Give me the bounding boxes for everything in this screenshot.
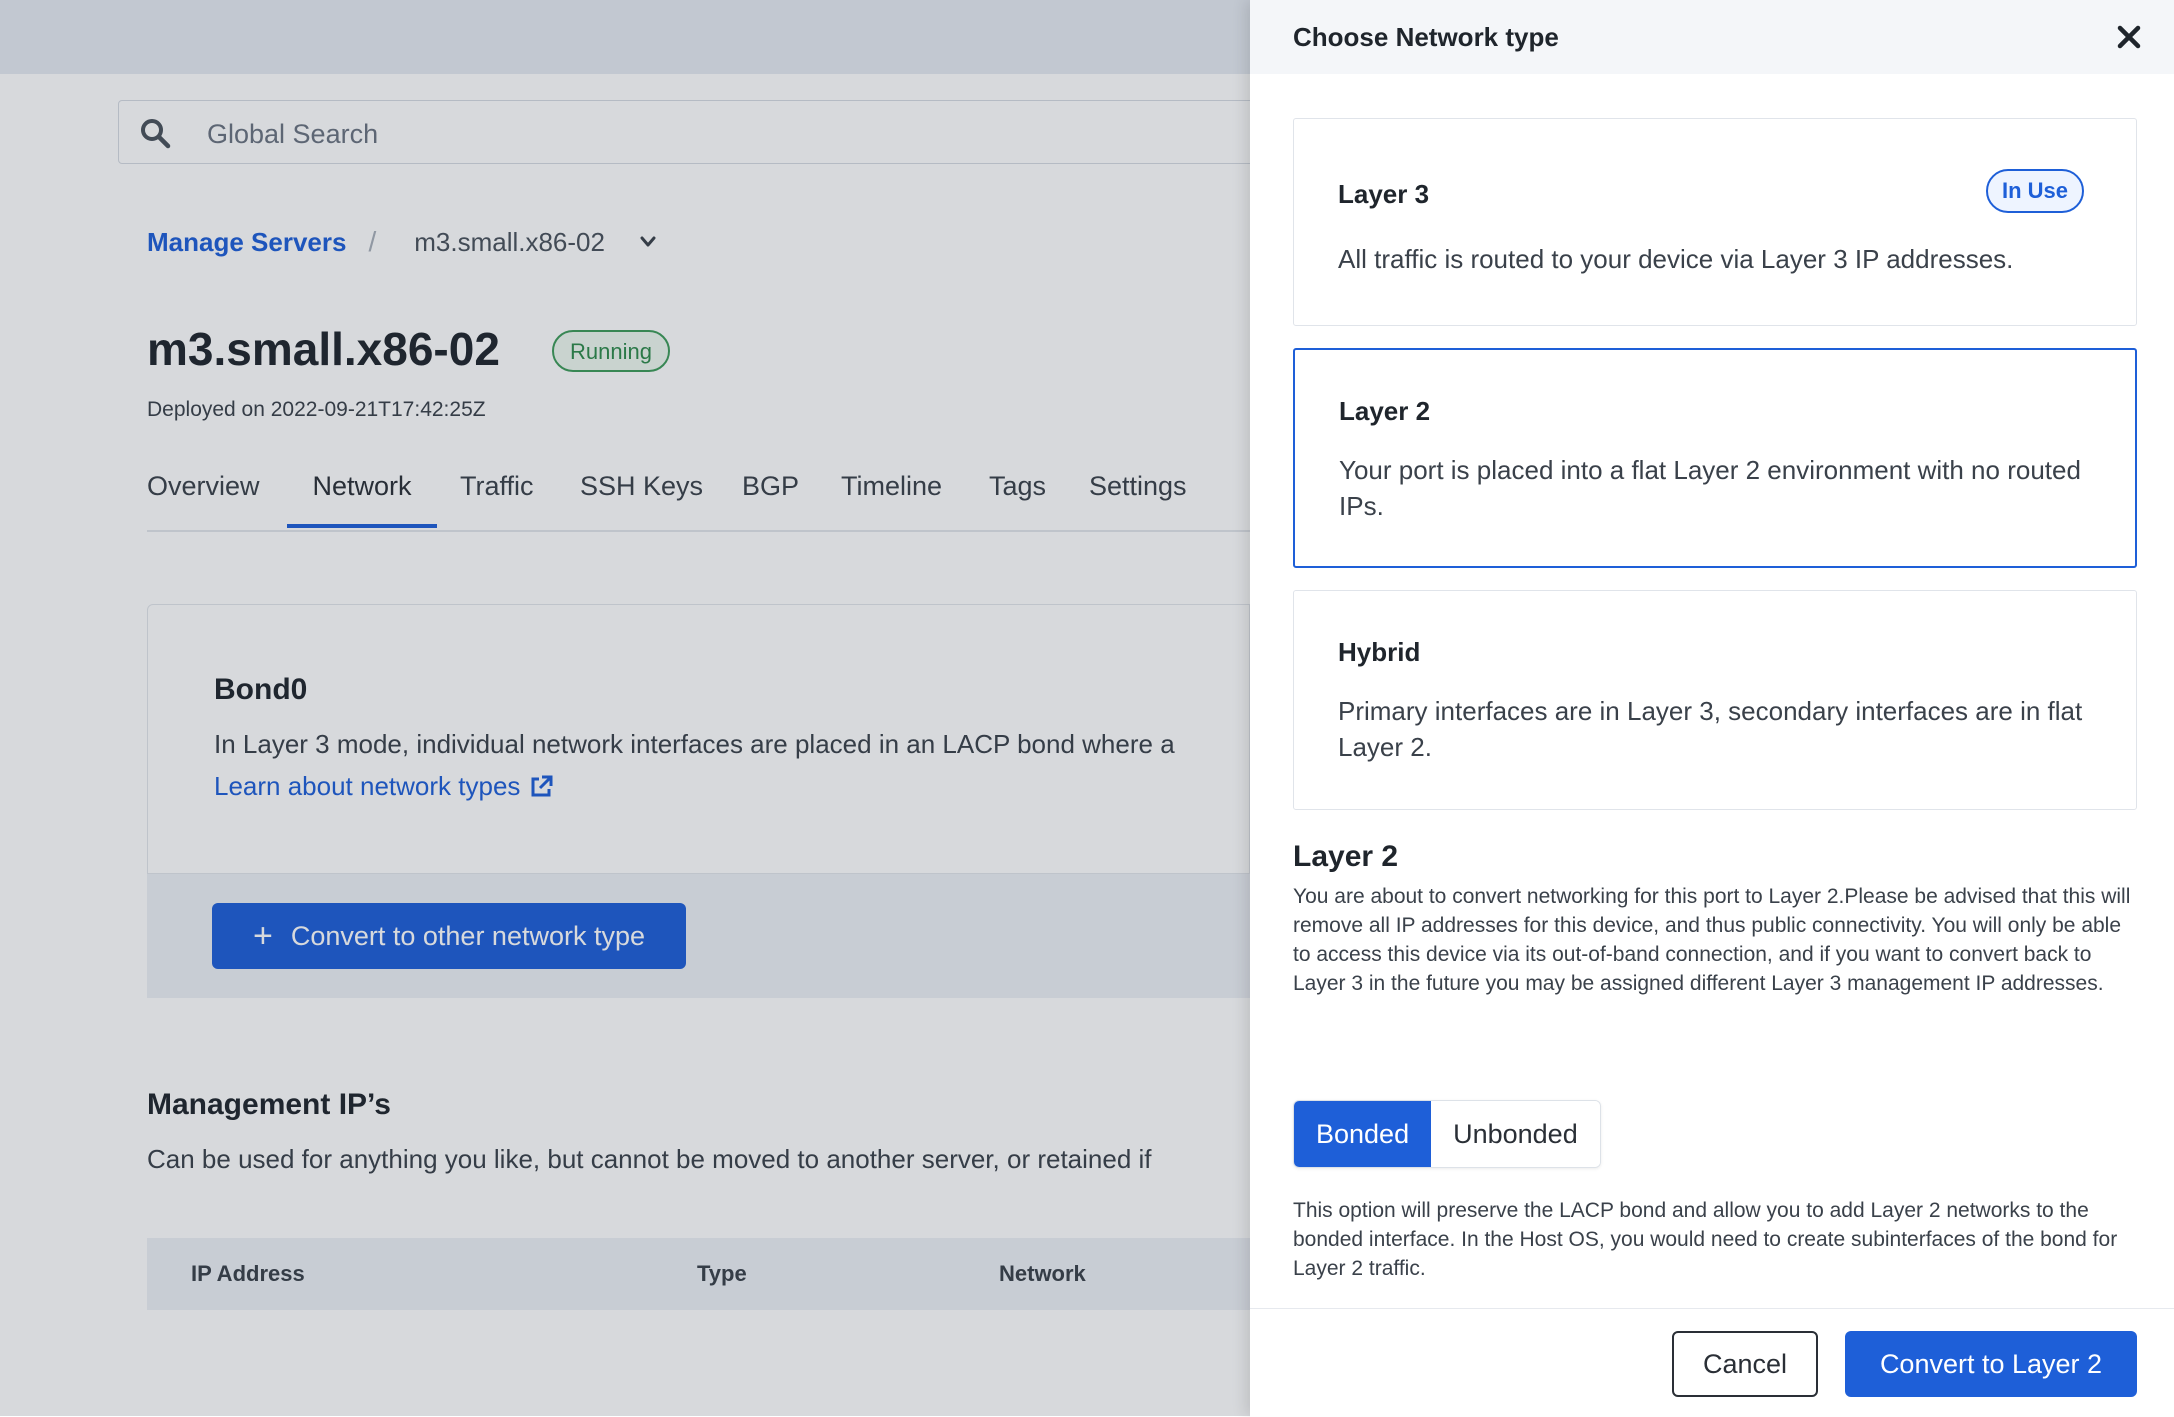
modal-backdrop[interactable] (0, 0, 1250, 1416)
cancel-button[interactable]: Cancel (1672, 1331, 1818, 1397)
drawer-header: Choose Network type (1250, 0, 2174, 74)
option-title: Hybrid (1338, 637, 1421, 667)
drawer-footer: Cancel Convert to Layer 2 (1250, 1308, 2174, 1417)
option-layer-3[interactable]: Layer 3 In Use All traffic is routed to … (1293, 118, 2137, 326)
option-description: Your port is placed into a flat Layer 2 … (1339, 455, 2081, 521)
selected-type-warning: You are about to convert networking for … (1293, 885, 2131, 995)
bond-mode-toggle: Bonded Unbonded (1293, 1100, 1601, 1168)
unbonded-option[interactable]: Unbonded (1431, 1101, 1600, 1167)
selected-type-title: Layer 2 (1293, 840, 1399, 873)
bonded-option[interactable]: Bonded (1294, 1101, 1432, 1167)
close-icon[interactable] (2114, 22, 2144, 52)
drawer-title: Choose Network type (1293, 22, 1559, 52)
bond-mode-description: This option will preserve the LACP bond … (1293, 1199, 2118, 1280)
option-title: Layer 2 (1339, 396, 1431, 426)
network-type-drawer: Choose Network type Layer 3 In Use All t… (1250, 0, 2174, 1417)
in-use-badge: In Use (1985, 169, 2084, 213)
option-description: Primary interfaces are in Layer 3, secon… (1338, 696, 2083, 762)
option-description: All traffic is routed to your device via… (1338, 244, 2014, 274)
option-hybrid[interactable]: Hybrid Primary interfaces are in Layer 3… (1293, 590, 2137, 810)
convert-to-layer-2-button[interactable]: Convert to Layer 2 (1845, 1331, 2137, 1397)
option-title: Layer 3 (1338, 179, 1430, 209)
option-layer-2[interactable]: Layer 2 Your port is placed into a flat … (1293, 348, 2137, 568)
